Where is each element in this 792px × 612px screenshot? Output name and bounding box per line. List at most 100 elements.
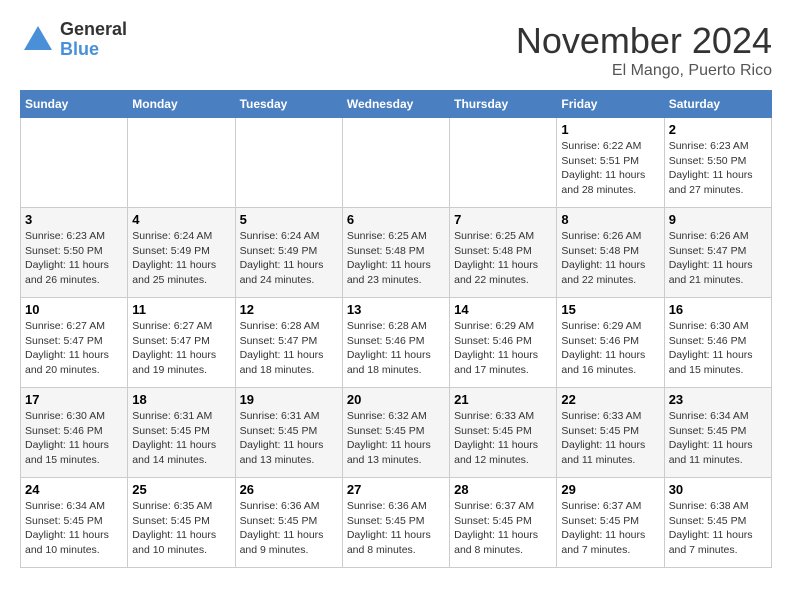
day-number: 27 — [347, 482, 445, 497]
weekday-header-cell: Thursday — [450, 91, 557, 118]
weekday-header-cell: Wednesday — [342, 91, 449, 118]
day-number: 6 — [347, 212, 445, 227]
calendar-day-cell: 28 Sunrise: 6:37 AM Sunset: 5:45 PM Dayli… — [450, 478, 557, 568]
day-info: Sunrise: 6:38 AM Sunset: 5:45 PM Dayligh… — [669, 499, 767, 558]
calendar-day-cell: 8 Sunrise: 6:26 AM Sunset: 5:48 PM Daylig… — [557, 208, 664, 298]
title-area: November 2024 El Mango, Puerto Rico — [516, 20, 772, 80]
calendar-day-cell — [128, 118, 235, 208]
logo: General Blue — [20, 20, 127, 60]
calendar-day-cell: 17 Sunrise: 6:30 AM Sunset: 5:46 PM Dayli… — [21, 388, 128, 478]
day-info: Sunrise: 6:33 AM Sunset: 5:45 PM Dayligh… — [454, 409, 552, 468]
day-info: Sunrise: 6:29 AM Sunset: 5:46 PM Dayligh… — [561, 319, 659, 378]
calendar-day-cell: 4Sunrise: 6:24 AM Sunset: 5:49 PM Daylig… — [128, 208, 235, 298]
calendar-day-cell: 10Sunrise: 6:27 AM Sunset: 5:47 PM Dayli… — [21, 298, 128, 388]
logo-general-text: General — [60, 20, 127, 40]
calendar-day-cell — [450, 118, 557, 208]
calendar-week-row: 24 Sunrise: 6:34 AM Sunset: 5:45 PM Dayli… — [21, 478, 772, 568]
day-number: 15 — [561, 302, 659, 317]
calendar-day-cell: 15 Sunrise: 6:29 AM Sunset: 5:46 PM Dayli… — [557, 298, 664, 388]
day-info: Sunrise: 6:36 AM Sunset: 5:45 PM Dayligh… — [347, 499, 445, 558]
weekday-header-cell: Tuesday — [235, 91, 342, 118]
day-number: 17 — [25, 392, 123, 407]
day-number: 4 — [132, 212, 230, 227]
calendar-day-cell — [235, 118, 342, 208]
calendar-week-row: 3 Sunrise: 6:23 AM Sunset: 5:50 PM Daylig… — [21, 208, 772, 298]
calendar-day-cell: 27 Sunrise: 6:36 AM Sunset: 5:45 PM Dayli… — [342, 478, 449, 568]
day-info: Sunrise: 6:30 AM Sunset: 5:46 PM Dayligh… — [25, 409, 123, 468]
day-number: 3 — [25, 212, 123, 227]
calendar-week-row: 10Sunrise: 6:27 AM Sunset: 5:47 PM Dayli… — [21, 298, 772, 388]
day-info: Sunrise: 6:36 AM Sunset: 5:45 PM Dayligh… — [240, 499, 338, 558]
calendar-body: 1 Sunrise: 6:22 AM Sunset: 5:51 PM Daylig… — [21, 118, 772, 568]
calendar-day-cell: 18 Sunrise: 6:31 AM Sunset: 5:45 PM Dayli… — [128, 388, 235, 478]
calendar-day-cell: 5 Sunrise: 6:24 AM Sunset: 5:49 PM Daylig… — [235, 208, 342, 298]
calendar-day-cell: 24 Sunrise: 6:34 AM Sunset: 5:45 PM Dayli… — [21, 478, 128, 568]
day-info: Sunrise: 6:23 AM Sunset: 5:50 PM Dayligh… — [25, 229, 123, 288]
day-number: 12 — [240, 302, 338, 317]
logo-icon — [20, 22, 56, 58]
calendar-day-cell: 7Sunrise: 6:25 AM Sunset: 5:48 PM Daylig… — [450, 208, 557, 298]
weekday-header-cell: Sunday — [21, 91, 128, 118]
logo-blue-text: Blue — [60, 40, 127, 60]
calendar-day-cell: 21 Sunrise: 6:33 AM Sunset: 5:45 PM Dayli… — [450, 388, 557, 478]
calendar-day-cell: 14 Sunrise: 6:29 AM Sunset: 5:46 PM Dayli… — [450, 298, 557, 388]
day-number: 18 — [132, 392, 230, 407]
day-number: 23 — [669, 392, 767, 407]
header: General Blue November 2024 El Mango, Pue… — [20, 20, 772, 80]
day-info: Sunrise: 6:24 AM Sunset: 5:49 PM Dayligh… — [240, 229, 338, 288]
day-info: Sunrise: 6:34 AM Sunset: 5:45 PM Dayligh… — [25, 499, 123, 558]
day-number: 19 — [240, 392, 338, 407]
weekday-header-cell: Monday — [128, 91, 235, 118]
weekday-header-cell: Friday — [557, 91, 664, 118]
day-number: 16 — [669, 302, 767, 317]
day-number: 30 — [669, 482, 767, 497]
location-title: El Mango, Puerto Rico — [516, 62, 772, 80]
day-info: Sunrise: 6:37 AM Sunset: 5:45 PM Dayligh… — [454, 499, 552, 558]
day-number: 28 — [454, 482, 552, 497]
calendar-week-row: 17 Sunrise: 6:30 AM Sunset: 5:46 PM Dayli… — [21, 388, 772, 478]
day-number: 7 — [454, 212, 552, 227]
day-info: Sunrise: 6:33 AM Sunset: 5:45 PM Dayligh… — [561, 409, 659, 468]
day-number: 29 — [561, 482, 659, 497]
day-number: 25 — [132, 482, 230, 497]
day-info: Sunrise: 6:29 AM Sunset: 5:46 PM Dayligh… — [454, 319, 552, 378]
day-number: 9 — [669, 212, 767, 227]
day-number: 24 — [25, 482, 123, 497]
calendar-table: SundayMondayTuesdayWednesdayThursdayFrid… — [20, 90, 772, 568]
day-number: 21 — [454, 392, 552, 407]
calendar-day-cell: 23Sunrise: 6:34 AM Sunset: 5:45 PM Dayli… — [664, 388, 771, 478]
day-info: Sunrise: 6:22 AM Sunset: 5:51 PM Dayligh… — [561, 139, 659, 198]
day-info: Sunrise: 6:35 AM Sunset: 5:45 PM Dayligh… — [132, 499, 230, 558]
calendar-day-cell: 3 Sunrise: 6:23 AM Sunset: 5:50 PM Daylig… — [21, 208, 128, 298]
day-info: Sunrise: 6:27 AM Sunset: 5:47 PM Dayligh… — [25, 319, 123, 378]
day-number: 14 — [454, 302, 552, 317]
day-number: 2 — [669, 122, 767, 137]
day-number: 20 — [347, 392, 445, 407]
day-info: Sunrise: 6:25 AM Sunset: 5:48 PM Dayligh… — [347, 229, 445, 288]
day-info: Sunrise: 6:32 AM Sunset: 5:45 PM Dayligh… — [347, 409, 445, 468]
month-title: November 2024 — [516, 20, 772, 62]
day-number: 8 — [561, 212, 659, 227]
day-number: 26 — [240, 482, 338, 497]
calendar-day-cell: 20 Sunrise: 6:32 AM Sunset: 5:45 PM Dayli… — [342, 388, 449, 478]
day-info: Sunrise: 6:31 AM Sunset: 5:45 PM Dayligh… — [240, 409, 338, 468]
day-number: 22 — [561, 392, 659, 407]
weekday-header-cell: Saturday — [664, 91, 771, 118]
calendar-day-cell: 13Sunrise: 6:28 AM Sunset: 5:46 PM Dayli… — [342, 298, 449, 388]
calendar-day-cell: 29 Sunrise: 6:37 AM Sunset: 5:45 PM Dayli… — [557, 478, 664, 568]
day-info: Sunrise: 6:26 AM Sunset: 5:48 PM Dayligh… — [561, 229, 659, 288]
calendar-day-cell: 12Sunrise: 6:28 AM Sunset: 5:47 PM Dayli… — [235, 298, 342, 388]
day-info: Sunrise: 6:31 AM Sunset: 5:45 PM Dayligh… — [132, 409, 230, 468]
calendar-day-cell: 16 Sunrise: 6:30 AM Sunset: 5:46 PM Dayli… — [664, 298, 771, 388]
weekday-header-row: SundayMondayTuesdayWednesdayThursdayFrid… — [21, 91, 772, 118]
calendar-day-cell: 25 Sunrise: 6:35 AM Sunset: 5:45 PM Dayli… — [128, 478, 235, 568]
day-info: Sunrise: 6:30 AM Sunset: 5:46 PM Dayligh… — [669, 319, 767, 378]
day-number: 13 — [347, 302, 445, 317]
calendar-day-cell: 19 Sunrise: 6:31 AM Sunset: 5:45 PM Dayli… — [235, 388, 342, 478]
calendar-day-cell: 30 Sunrise: 6:38 AM Sunset: 5:45 PM Dayli… — [664, 478, 771, 568]
day-number: 1 — [561, 122, 659, 137]
day-number: 5 — [240, 212, 338, 227]
logo-text: General Blue — [60, 20, 127, 60]
calendar-day-cell: 26 Sunrise: 6:36 AM Sunset: 5:45 PM Dayli… — [235, 478, 342, 568]
day-info: Sunrise: 6:37 AM Sunset: 5:45 PM Dayligh… — [561, 499, 659, 558]
